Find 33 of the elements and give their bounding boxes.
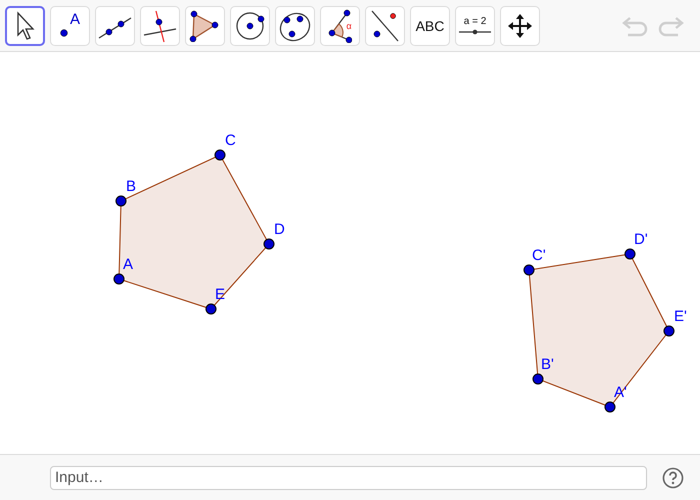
point[interactable] bbox=[664, 326, 674, 336]
point[interactable] bbox=[264, 238, 274, 250]
slider-icon bbox=[459, 29, 491, 35]
point[interactable] bbox=[116, 196, 126, 206]
point-label: D' bbox=[634, 231, 648, 248]
four-way-arrows-icon bbox=[506, 12, 534, 40]
point-label: C bbox=[225, 132, 236, 149]
point-icon bbox=[60, 28, 68, 36]
angle-icon bbox=[328, 8, 352, 42]
point-label: B' bbox=[541, 356, 554, 373]
help-icon[interactable] bbox=[662, 466, 684, 488]
triangle-icon bbox=[189, 10, 221, 42]
point[interactable] bbox=[604, 402, 616, 412]
tool-button[interactable]: a = 2 bbox=[455, 6, 495, 46]
point-label: E bbox=[215, 286, 226, 303]
point-label: A bbox=[123, 256, 134, 273]
point[interactable] bbox=[214, 150, 226, 160]
point[interactable] bbox=[114, 274, 124, 284]
tool-button[interactable]: α bbox=[320, 6, 360, 46]
input-field[interactable]: Input… bbox=[50, 466, 647, 490]
circle-icon bbox=[234, 10, 266, 42]
tool-button[interactable] bbox=[5, 6, 45, 46]
point[interactable] bbox=[624, 248, 636, 260]
tool-button[interactable]: A bbox=[50, 6, 90, 46]
point-label: D bbox=[274, 221, 285, 238]
tool-button[interactable]: ABC bbox=[410, 6, 450, 46]
point-label: E' bbox=[674, 308, 687, 325]
point[interactable] bbox=[532, 374, 544, 384]
point[interactable] bbox=[524, 264, 534, 276]
point[interactable] bbox=[206, 304, 216, 314]
perpendicular-line-icon bbox=[142, 8, 178, 42]
point-label: B bbox=[126, 178, 136, 195]
point-label: C' bbox=[532, 247, 546, 264]
